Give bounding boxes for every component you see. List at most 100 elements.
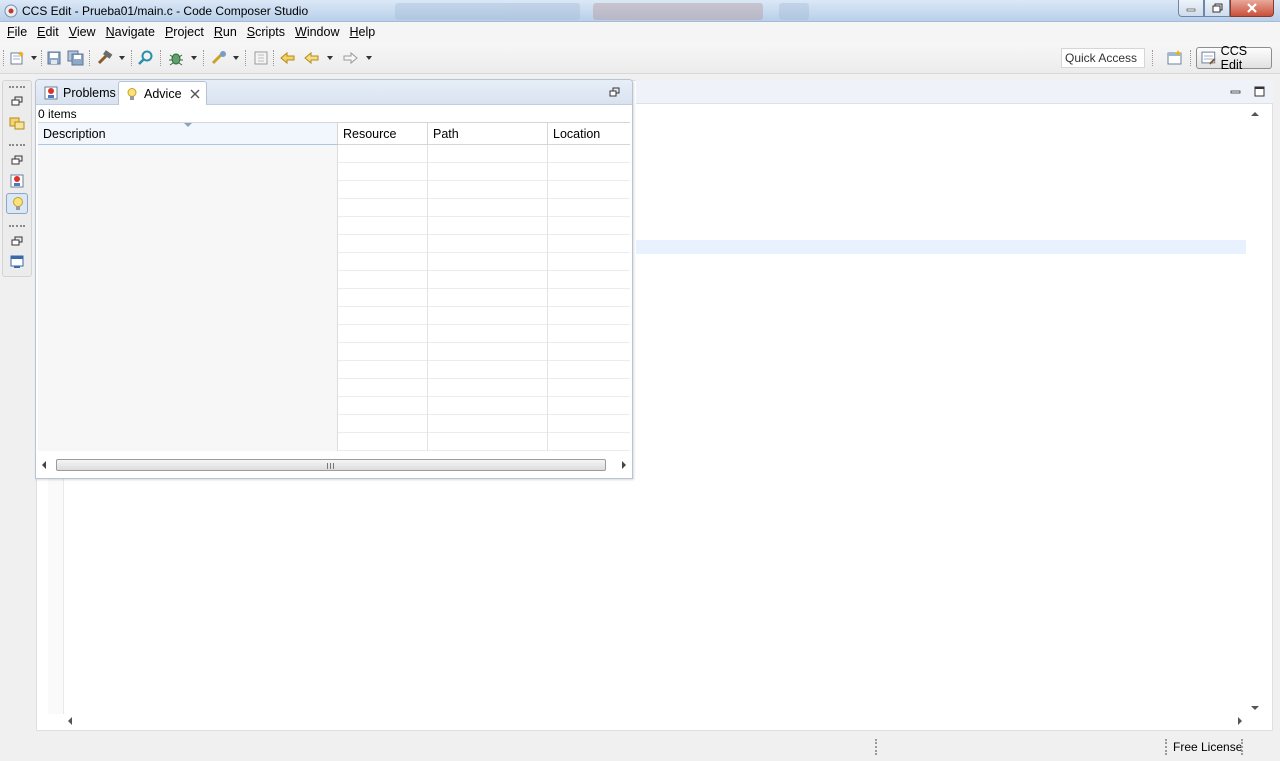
grid-icon[interactable] — [252, 50, 270, 66]
back-dropdown-arrow[interactable] — [327, 56, 333, 60]
minimize-icon — [1186, 8, 1196, 12]
flash-dropdown-arrow[interactable] — [233, 56, 239, 60]
status-separator — [1241, 739, 1243, 755]
view-tab-strip: Problems Advice — [36, 80, 632, 105]
lightbulb-icon — [13, 197, 23, 210]
scroll-down-arrow-icon[interactable] — [1251, 706, 1259, 710]
tab-problems[interactable]: Problems — [38, 81, 122, 105]
new-dropdown-arrow[interactable] — [31, 56, 37, 60]
forward-dropdown-arrow[interactable] — [366, 56, 372, 60]
restore-icon — [1212, 3, 1222, 13]
build-dropdown-arrow[interactable] — [119, 56, 125, 60]
background-taskbar-ghost — [395, 3, 815, 20]
toolbar-separator — [245, 50, 247, 66]
lightbulb-icon — [127, 87, 137, 100]
toolbar-separator — [89, 50, 91, 66]
empty-table-row — [38, 361, 630, 379]
maximize-icon[interactable] — [1254, 86, 1266, 98]
menu-scripts[interactable]: Scripts — [242, 22, 290, 42]
perspective-label: CCS Edit — [1220, 44, 1248, 72]
problems-icon — [44, 86, 58, 100]
forward-arrow-icon[interactable] — [341, 50, 359, 66]
empty-table-row — [38, 181, 630, 199]
new-icon[interactable] — [9, 50, 27, 66]
empty-table-row — [38, 397, 630, 415]
item-count-label: 0 items — [38, 107, 77, 121]
back-arrow-icon[interactable] — [303, 50, 321, 66]
save-all-icon[interactable] — [67, 50, 85, 66]
license-status: Free License — [1173, 740, 1243, 754]
scroll-left-arrow-icon[interactable] — [68, 717, 72, 725]
empty-table-row — [38, 199, 630, 217]
menu-run[interactable]: Run — [209, 22, 242, 42]
empty-table-row — [38, 415, 630, 433]
empty-table-row — [38, 307, 630, 325]
debug-dropdown-arrow[interactable] — [191, 56, 197, 60]
advice-trim-selected[interactable] — [6, 193, 28, 214]
project-explorer-icon[interactable] — [9, 114, 25, 130]
empty-table-row — [38, 253, 630, 271]
empty-table-row — [38, 289, 630, 307]
toolbar-separator — [203, 50, 205, 66]
title-bar: CCS Edit - Prueba01/main.c - Code Compos… — [0, 0, 1280, 22]
build-hammer-icon[interactable] — [96, 50, 114, 66]
tab-advice-label: Advice — [144, 86, 182, 101]
console-icon[interactable] — [9, 254, 25, 270]
app-icon — [4, 4, 18, 18]
status-bar: Free License — [0, 733, 1280, 761]
close-icon — [1247, 3, 1257, 13]
editor-horizontal-scrollbar[interactable] — [64, 714, 1248, 728]
close-icon[interactable] — [190, 89, 200, 99]
toolbar-separator — [41, 50, 43, 66]
scrollbar-thumb[interactable] — [56, 459, 606, 471]
menu-help[interactable]: Help — [345, 22, 381, 42]
column-location[interactable]: Location — [548, 123, 630, 145]
menu-project[interactable]: Project — [160, 22, 209, 42]
menu-view[interactable]: View — [64, 22, 101, 42]
trim-handle[interactable] — [9, 144, 25, 146]
close-button[interactable] — [1230, 0, 1274, 17]
restore-icon[interactable] — [9, 153, 25, 169]
editor-vertical-scrollbar[interactable] — [1248, 104, 1262, 714]
advice-view: Problems Advice 0 items Description Reso… — [35, 79, 633, 479]
menu-edit[interactable]: Edit — [32, 22, 64, 42]
menu-navigate[interactable]: Navigate — [101, 22, 160, 42]
perspective-ccs-edit-button[interactable]: CCS Edit — [1196, 44, 1272, 72]
tab-advice[interactable]: Advice — [118, 81, 207, 105]
view-horizontal-scrollbar[interactable] — [38, 458, 630, 472]
scroll-right-arrow-icon[interactable] — [622, 461, 626, 469]
trim-handle[interactable] — [9, 86, 25, 88]
debug-bug-icon[interactable] — [167, 50, 185, 66]
restore-icon[interactable] — [9, 94, 25, 110]
restore-icon[interactable] — [609, 87, 620, 98]
scroll-left-arrow-icon[interactable] — [42, 461, 46, 469]
column-resource[interactable]: Resource — [338, 123, 428, 145]
menu-window[interactable]: Window — [290, 22, 344, 42]
scroll-right-arrow-icon[interactable] — [1238, 717, 1242, 725]
restore-button[interactable] — [1204, 0, 1230, 17]
column-path[interactable]: Path — [428, 123, 548, 145]
empty-table-row — [38, 145, 630, 163]
status-separator — [875, 739, 877, 755]
minimize-button[interactable] — [1178, 0, 1204, 17]
quick-access-input[interactable]: Quick Access — [1061, 48, 1145, 68]
toolbar-separator — [131, 50, 133, 66]
advice-table: Description Resource Path Location — [38, 122, 630, 458]
last-edit-icon[interactable] — [279, 50, 297, 66]
main-toolbar: Quick Access CCS Edit — [0, 42, 1280, 74]
restore-icon[interactable] — [9, 234, 25, 250]
save-icon[interactable] — [46, 50, 64, 66]
problems-icon[interactable] — [9, 173, 25, 189]
trim-handle[interactable] — [9, 225, 25, 227]
flash-icon[interactable] — [210, 50, 228, 66]
menu-bar: File Edit View Navigate Project Run Scri… — [0, 22, 1280, 42]
sort-indicator-icon — [184, 123, 192, 127]
scroll-up-arrow-icon[interactable] — [1251, 112, 1259, 116]
menu-file[interactable]: File — [2, 22, 32, 42]
current-line-highlight — [636, 240, 1246, 254]
toolbar-separator — [160, 50, 162, 66]
open-perspective-icon[interactable] — [1166, 50, 1184, 66]
search-icon[interactable] — [137, 50, 155, 66]
editor-line-ruler — [48, 478, 64, 714]
minimize-icon[interactable] — [1230, 86, 1242, 98]
